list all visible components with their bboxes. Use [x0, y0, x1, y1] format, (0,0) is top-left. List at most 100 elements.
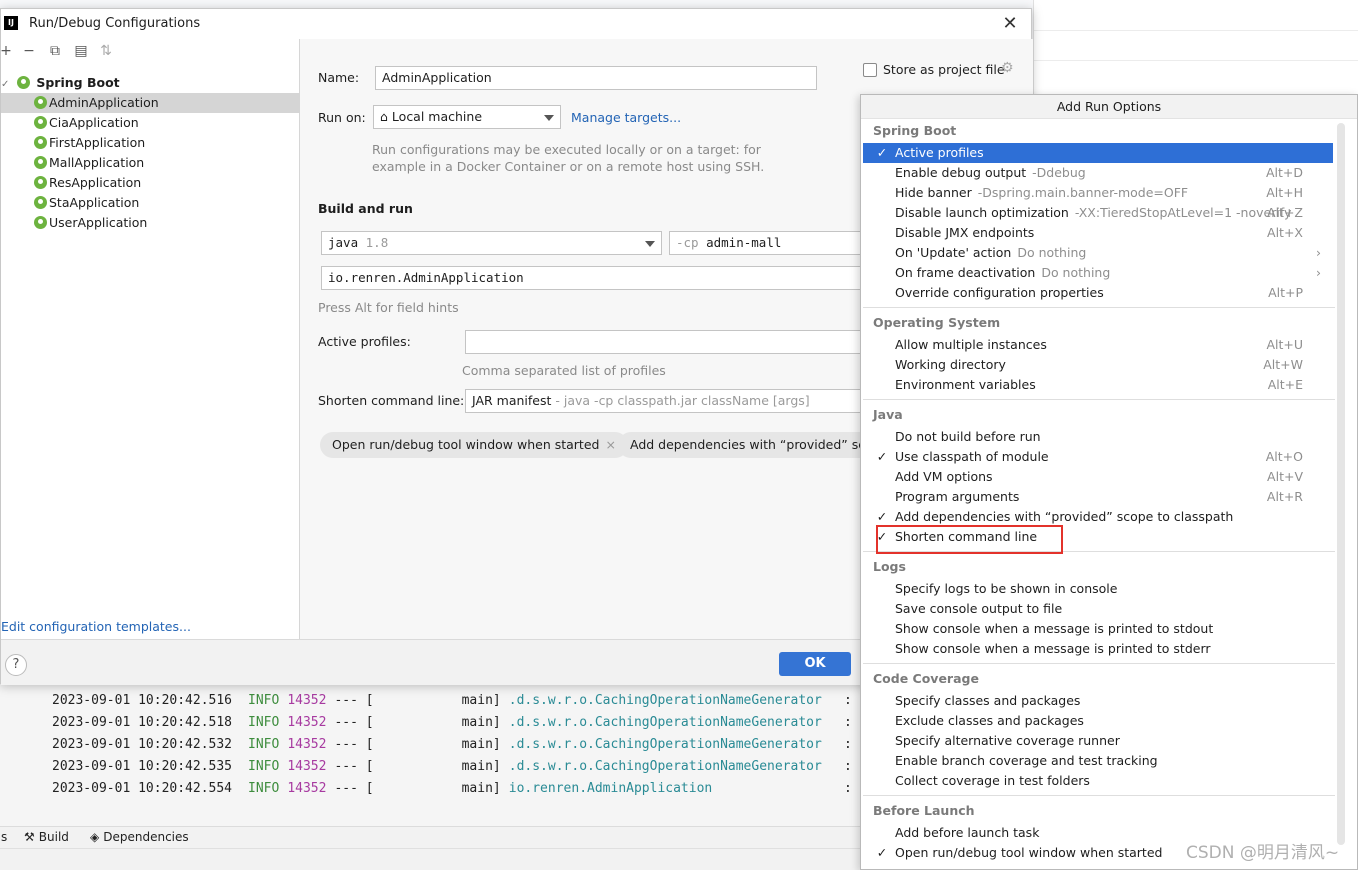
log-pid: 14352	[287, 759, 327, 774]
spring-boot-icon	[34, 156, 47, 169]
ok-button[interactable]: OK	[779, 652, 851, 676]
popup-option[interactable]: Allow multiple instances Alt+U	[863, 335, 1333, 355]
popup-option[interactable]: Working directory Alt+W	[863, 355, 1333, 375]
popup-option-label: Environment variables	[895, 377, 1036, 392]
popup-option[interactable]: Specify classes and packages	[863, 691, 1333, 711]
shorten-command-line-dropdown[interactable]: JAR manifest - java -cp classpath.jar cl…	[465, 389, 869, 413]
popup-option[interactable]: Collect coverage in test folders	[863, 771, 1333, 791]
popup-option[interactable]: Program arguments Alt+R	[863, 487, 1333, 507]
spring-boot-icon	[17, 76, 31, 89]
popup-option[interactable]: Specify logs to be shown in console	[863, 579, 1333, 599]
popup-option[interactable]: Exclude classes and packages	[863, 711, 1333, 731]
popup-option[interactable]: Add VM options Alt+V	[863, 467, 1333, 487]
tab-partial[interactable]: s	[1, 830, 7, 844]
checkmark-icon: ✓	[876, 145, 888, 160]
popup-option-label: Use classpath of module	[895, 449, 1049, 464]
popup-option-label: Disable launch optimization -XX:TieredSto…	[895, 205, 1292, 220]
shorten-command-line-label: Shorten command line:	[318, 393, 465, 408]
jdk-dropdown[interactable]: java 1.8	[321, 231, 662, 255]
popup-option[interactable]: On frame deactivation Do nothing ›	[863, 263, 1333, 283]
popup-section-title: Code Coverage	[873, 671, 979, 686]
main-class-field[interactable]: io.renren.AdminApplication	[321, 266, 869, 290]
tree-item-resapplication[interactable]: ResApplication	[1, 173, 300, 193]
popup-option[interactable]: On 'Update' action Do nothing ›	[863, 243, 1333, 263]
popup-option[interactable]: Disable JMX endpoints Alt+X	[863, 223, 1333, 243]
popup-section-title: Spring Boot	[873, 123, 957, 138]
log-timestamp: 2023-09-01 10:20:42.518	[52, 715, 233, 730]
popup-option[interactable]: Environment variables Alt+E	[863, 375, 1333, 395]
alt-hint: Press Alt for field hints	[318, 300, 459, 315]
popup-option-label: Enable debug output -Ddebug	[895, 165, 1086, 180]
name-field[interactable]: AdminApplication	[375, 66, 817, 90]
popup-separator	[863, 307, 1335, 308]
popup-option-label: Show console when a message is printed t…	[895, 621, 1214, 636]
expand-arrow-icon[interactable]: ✓	[1, 79, 9, 90]
log-level: INFO	[248, 693, 280, 708]
log-thread: main]	[461, 693, 501, 708]
popup-option-label: Specify logs to be shown in console	[895, 581, 1118, 596]
popup-option[interactable]: Specify alternative coverage runner	[863, 731, 1333, 751]
tab-build[interactable]: ⚒ Build	[24, 830, 69, 844]
spring-boot-icon	[34, 136, 47, 149]
help-button[interactable]: ?	[5, 654, 27, 676]
hammer-icon: ⚒	[24, 830, 35, 844]
popup-option[interactable]: Disable launch optimization -XX:TieredSto…	[863, 203, 1333, 223]
popup-option-label: On frame deactivation Do nothing	[895, 265, 1111, 280]
popup-option[interactable]: Save console output to file	[863, 599, 1333, 619]
chip-close-icon[interactable]: ×	[605, 437, 615, 452]
manage-targets-link[interactable]: Manage targets...	[571, 110, 681, 125]
popup-option[interactable]: Enable branch coverage and test tracking	[863, 751, 1333, 771]
popup-option-label: Enable branch coverage and test tracking	[895, 753, 1158, 768]
copy-icon[interactable]: ⧉	[46, 42, 64, 60]
dialog-titlebar: IJ Run/Debug Configurations ✕	[1, 9, 1031, 39]
popup-option-hint: -Ddebug	[1032, 165, 1086, 180]
popup-option-label: Add dependencies with “provided” scope t…	[895, 509, 1234, 524]
popup-option[interactable]: ✓ Active profiles	[863, 143, 1333, 163]
active-profiles-field[interactable]	[465, 330, 869, 354]
open-tool-window-chip[interactable]: Open run/debug tool window when started ×	[320, 432, 628, 458]
tree-item-userapplication[interactable]: UserApplication	[1, 213, 300, 233]
tree-item-adminapplication[interactable]: AdminApplication	[1, 93, 300, 113]
add-dependencies-chip[interactable]: Add dependencies with “provided” scop	[618, 432, 878, 458]
add-icon[interactable]: +	[0, 42, 15, 60]
close-button[interactable]: ✕	[999, 13, 1021, 35]
log-thread: main]	[461, 759, 501, 774]
popup-option-shortcut: Alt+R	[1266, 489, 1303, 504]
classpath-module-dropdown[interactable]: -cp admin-mall	[669, 231, 869, 255]
popup-option[interactable]: Show console when a message is printed t…	[863, 619, 1333, 639]
tree-item-ciaapplication[interactable]: CiaApplication	[1, 113, 300, 133]
profiles-hint: Comma separated list of profiles	[462, 363, 666, 378]
tree-item-label: ResApplication	[49, 175, 142, 190]
folder-icon[interactable]: ▤	[72, 42, 90, 60]
log-pid: 14352	[287, 781, 327, 796]
popup-option-shortcut: Alt+Z	[1267, 205, 1303, 220]
run-on-hint-1: Run configurations may be executed local…	[372, 142, 761, 157]
popup-option-label: Do not build before run	[895, 429, 1041, 444]
popup-option[interactable]: ✓ Add dependencies with “provided” scope …	[863, 507, 1333, 527]
tree-item-mallapplication[interactable]: MallApplication	[1, 153, 300, 173]
highlight-annotation	[876, 525, 1063, 554]
dialog-title: Run/Debug Configurations	[29, 16, 201, 31]
popup-option-label: Add before launch task	[895, 825, 1040, 840]
popup-option[interactable]: Do not build before run	[863, 427, 1333, 447]
edit-templates-link[interactable]: Edit configuration templates...	[1, 619, 191, 634]
tree-root-spring-boot[interactable]: ✓ Spring Boot	[1, 73, 300, 93]
tree-item-firstapplication[interactable]: FirstApplication	[1, 133, 300, 153]
log-level: INFO	[248, 759, 280, 774]
log-thread: main]	[461, 715, 501, 730]
remove-icon[interactable]: −	[20, 42, 38, 60]
popup-option[interactable]: Enable debug output -Ddebug Alt+D	[863, 163, 1333, 183]
popup-option[interactable]: Show console when a message is printed t…	[863, 639, 1333, 659]
popup-option[interactable]: ✓ Use classpath of module Alt+O	[863, 447, 1333, 467]
log-tail: :	[844, 737, 852, 752]
sort-icon[interactable]: ⇅	[97, 42, 115, 60]
tab-dependencies[interactable]: ◈ Dependencies	[90, 830, 189, 844]
popup-scrollbar[interactable]	[1337, 123, 1345, 845]
popup-option-shortcut: Alt+O	[1265, 449, 1303, 464]
popup-option[interactable]: Override configuration properties Alt+P	[863, 283, 1333, 303]
popup-option[interactable]: Hide banner -Dspring.main.banner-mode=OFF…	[863, 183, 1333, 203]
tree-item-staapplication[interactable]: StaApplication	[1, 193, 300, 213]
run-on-dropdown[interactable]: ⌂ Local machine	[373, 105, 561, 129]
store-as-project-file-checkbox[interactable]	[863, 63, 877, 77]
gear-icon[interactable]: ⚙	[1001, 60, 1014, 76]
